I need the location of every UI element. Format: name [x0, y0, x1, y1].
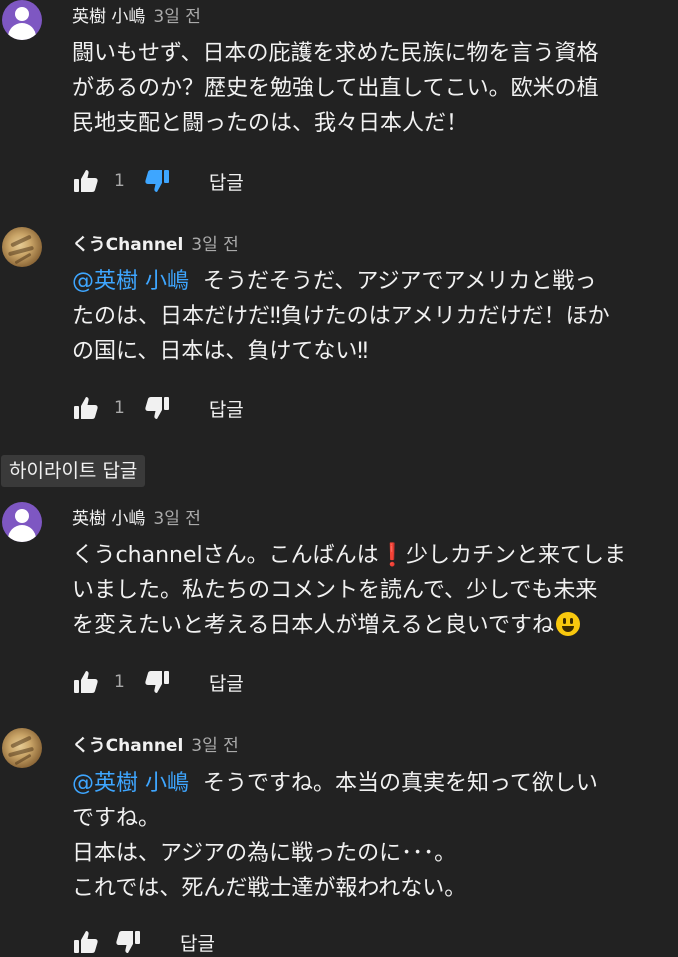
author-name[interactable]: くうChannel — [72, 731, 183, 756]
comment-line: @英樹 小嶋 そうですね。本当の真実を知って欲しい — [72, 766, 676, 801]
like-button[interactable] — [72, 928, 100, 956]
mention-link[interactable]: @英樹 小嶋 — [72, 771, 189, 796]
dislike-button[interactable] — [143, 394, 171, 422]
highlighted-reply-label: 하이라이트 답글 — [1, 455, 146, 487]
comment-line: の国に、日本は、負けてない‼ — [72, 339, 369, 364]
comment-text: @英樹 小嶋 そうですね。本当の真実を知って欲しい ですね。 日本は、アジアの為に… — [72, 766, 676, 906]
comment-line: これでは、死んだ戦士達が報われない。 — [72, 876, 467, 901]
like-button[interactable] — [72, 167, 100, 195]
dislike-button[interactable] — [114, 928, 142, 956]
author-name[interactable]: くうChannel — [72, 230, 183, 255]
comment-time[interactable]: 3일 전 — [191, 230, 239, 255]
avatar-head-icon — [15, 7, 29, 21]
avatar[interactable] — [2, 728, 42, 768]
comment-line: たのは、日本だけだ‼負けたのはアメリカだけだ！ほか — [72, 304, 610, 329]
thumbs-up-icon — [74, 397, 98, 419]
mention-link[interactable]: @英樹 小嶋 — [72, 269, 189, 294]
comment-text: 闘いもせず、日本の庇護を求めた民族に物を言う資格 があるのか？歴史を勉強して出直… — [72, 36, 676, 141]
author-name[interactable]: 英樹 小嶋 — [72, 504, 145, 529]
comment-line: いました。私たちのコメントを読んで、少しでも未来 — [72, 578, 598, 603]
comment-time[interactable]: 3일 전 — [191, 731, 239, 756]
avatar-body-icon — [8, 23, 36, 40]
comment-line-text: くうchannelさん。こんばんは — [72, 543, 379, 568]
comment-actions: 답글 — [72, 927, 215, 957]
comment-actions: 1 답글 — [72, 393, 244, 423]
avatar[interactable] — [2, 0, 42, 40]
like-count: 1 — [114, 672, 125, 692]
comment-line: 民地支配と闘ったのは、我々日本人だ！ — [72, 111, 469, 136]
comment-line: くうchannelさん。こんばんは❗少しカチンと来てしま — [72, 538, 676, 573]
avatar[interactable] — [2, 502, 42, 542]
author-name[interactable]: 英樹 小嶋 — [72, 2, 145, 27]
comment-line: @英樹 小嶋 そうだそうだ、アジアでアメリカと戦っ — [72, 264, 676, 299]
comment-line: 日本は、アジアの為に戦ったのに･･･。 — [72, 841, 457, 866]
comment-line-text: そうだそうだ、アジアでアメリカと戦っ — [203, 269, 597, 294]
avatar[interactable] — [2, 227, 42, 267]
dislike-button[interactable] — [143, 668, 171, 696]
reply-button[interactable]: 답글 — [209, 669, 244, 696]
like-button[interactable] — [72, 394, 100, 422]
comment-actions: 1 답글 — [72, 166, 244, 196]
comment-line: ですね。 — [72, 806, 161, 831]
thumbs-up-icon — [74, 671, 98, 693]
comment-text: @英樹 小嶋 そうだそうだ、アジアでアメリカと戦っ たのは、日本だけだ‼負けたのは… — [72, 264, 676, 369]
comment-header: くうChannel 3일 전 — [72, 229, 239, 255]
thumbs-down-icon — [145, 170, 169, 192]
comment-line-text: そうですね。本当の真実を知って欲しい — [203, 771, 598, 796]
thumbs-up-icon — [74, 170, 98, 192]
dislike-button[interactable] — [143, 167, 171, 195]
like-count: 1 — [114, 398, 125, 418]
reply-button[interactable]: 답글 — [209, 168, 244, 195]
comment-header: くうChannel 3일 전 — [72, 730, 239, 756]
comment-line: があるのか？歴史を勉強して出直してこい。欧米の植 — [72, 76, 599, 101]
avatar-body-icon — [8, 525, 36, 542]
comment-actions: 1 답글 — [72, 667, 244, 697]
comment-line: を変えたいと考える日本人が増えると良いですね — [72, 608, 676, 643]
thumbs-down-icon — [116, 931, 140, 953]
reply-button[interactable]: 답글 — [209, 395, 244, 422]
comment-line-text: 少しカチンと来てしま — [406, 543, 627, 568]
comment-header: 英樹 小嶋 3일 전 — [72, 1, 201, 27]
avatar-head-icon — [15, 509, 29, 523]
like-count: 1 — [114, 171, 125, 191]
thumbs-down-icon — [145, 671, 169, 693]
comment-text: くうchannelさん。こんばんは❗少しカチンと来てしま いました。私たちのコメ… — [72, 538, 676, 643]
comment-line: 闘いもせず、日本の庇護を求めた民族に物を言う資格 — [72, 41, 599, 66]
thumbs-down-icon — [145, 397, 169, 419]
reply-button[interactable]: 답글 — [180, 929, 215, 956]
comment-time[interactable]: 3일 전 — [153, 2, 201, 27]
grinning-face-emoji-icon — [556, 612, 581, 636]
comment-time[interactable]: 3일 전 — [153, 504, 201, 529]
red-exclamation-icon: ❗ — [378, 543, 407, 568]
comment-line-text: を変えたいと考える日本人が増えると良いですね — [72, 613, 555, 638]
comment-header: 英樹 小嶋 3일 전 — [72, 503, 201, 529]
thumbs-up-icon — [74, 931, 98, 953]
like-button[interactable] — [72, 668, 100, 696]
